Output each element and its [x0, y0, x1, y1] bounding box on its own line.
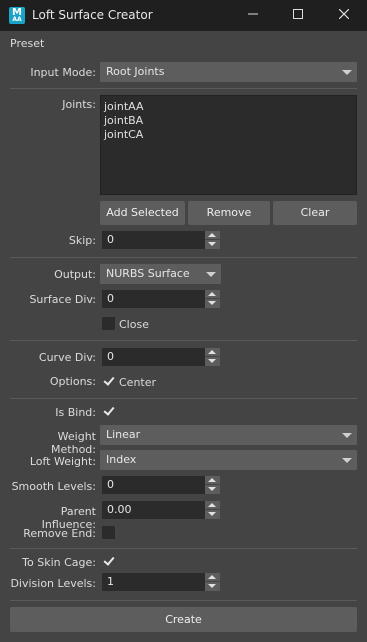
remove-end-label: Remove End:: [23, 527, 96, 540]
chevron-down-icon: [342, 433, 352, 438]
center-checkbox-label: Center: [119, 376, 157, 389]
close-checkbox[interactable]: [102, 317, 115, 330]
spin-up-icon[interactable]: [208, 503, 216, 507]
smooth-levels-label: Smooth Levels:: [11, 480, 96, 493]
spin-down-icon[interactable]: [208, 584, 216, 588]
minimize-button[interactable]: [230, 0, 276, 31]
chevron-down-icon: [342, 458, 352, 463]
parent-influence-spinner[interactable]: [205, 501, 220, 519]
is-bind-checkbox[interactable]: [102, 405, 115, 418]
smooth-levels-field[interactable]: 0: [102, 476, 205, 494]
close-icon: [338, 8, 350, 20]
weight-method-label: Weight Method:: [51, 430, 96, 456]
clear-button[interactable]: Clear: [273, 201, 357, 225]
spin-up-icon[interactable]: [208, 292, 216, 296]
menu-preset[interactable]: Preset: [10, 37, 44, 50]
weight-method-dropdown[interactable]: Linear: [100, 425, 357, 445]
curve-div-spinner[interactable]: [205, 348, 220, 366]
maya-app-icon: M AA: [9, 7, 25, 24]
output-label: Output:: [54, 268, 96, 281]
maximize-button[interactable]: [275, 0, 321, 31]
spin-divider: [205, 239, 220, 240]
joints-list[interactable]: jointAA jointBA jointCA: [100, 95, 357, 195]
chevron-down-icon: [342, 70, 352, 75]
surface-div-spinner[interactable]: [205, 290, 220, 308]
to-skin-cage-label: To Skin Cage:: [22, 556, 96, 569]
output-value: NURBS Surface: [106, 267, 190, 280]
skip-field[interactable]: 0: [102, 231, 205, 249]
window-title: Loft Surface Creator: [32, 8, 153, 22]
create-button[interactable]: Create: [10, 607, 357, 632]
curve-div-label: Curve Div:: [38, 351, 96, 364]
list-item[interactable]: jointAA: [104, 100, 353, 114]
separator: [10, 257, 357, 258]
surface-div-label: Surface Div:: [29, 293, 96, 306]
spin-divider: [205, 356, 220, 357]
separator: [10, 340, 357, 341]
loft-weight-label: Loft Weight:: [29, 455, 96, 468]
input-mode-label: Input Mode:: [30, 66, 96, 79]
surface-div-field[interactable]: 0: [102, 290, 205, 308]
spin-up-icon[interactable]: [208, 350, 216, 354]
spin-divider: [205, 581, 220, 582]
to-skin-cage-checkbox[interactable]: [102, 555, 115, 568]
app-icon-subtext: AA: [12, 16, 22, 23]
skip-spinner[interactable]: [205, 231, 220, 249]
input-mode-dropdown[interactable]: Root Joints: [100, 62, 357, 82]
spin-down-icon[interactable]: [208, 359, 216, 363]
input-mode-value: Root Joints: [106, 65, 165, 78]
separator: [10, 88, 357, 89]
remove-button[interactable]: Remove: [188, 201, 270, 225]
smooth-levels-spinner[interactable]: [205, 476, 220, 494]
spin-down-icon[interactable]: [208, 487, 216, 491]
close-window-button[interactable]: [321, 0, 367, 31]
spin-up-icon[interactable]: [208, 478, 216, 482]
list-item[interactable]: jointBA: [104, 114, 353, 128]
spin-down-icon[interactable]: [208, 512, 216, 516]
spin-up-icon[interactable]: [208, 233, 216, 237]
is-bind-label: Is Bind:: [55, 406, 96, 419]
spin-up-icon[interactable]: [208, 575, 216, 579]
separator: [10, 398, 357, 399]
spin-down-icon[interactable]: [208, 301, 216, 305]
separator: [10, 600, 357, 601]
joints-label: Joints:: [62, 98, 96, 111]
spin-divider: [205, 298, 220, 299]
list-item[interactable]: jointCA: [104, 128, 353, 142]
spin-divider: [205, 509, 220, 510]
loft-weight-dropdown[interactable]: Index: [100, 450, 357, 470]
skip-label: Skip:: [68, 234, 96, 247]
division-levels-label: Division Levels:: [10, 577, 96, 590]
spin-divider: [205, 484, 220, 485]
chevron-down-icon: [206, 272, 216, 277]
minimize-icon: [248, 13, 258, 15]
weight-method-value: Linear: [106, 428, 141, 441]
title-bar[interactable]: M AA Loft Surface Creator: [0, 0, 367, 31]
separator: [10, 548, 357, 549]
options-label: Options:: [49, 375, 96, 388]
division-levels-spinner[interactable]: [205, 573, 220, 591]
spin-down-icon[interactable]: [208, 242, 216, 246]
maximize-icon: [293, 9, 303, 19]
remove-end-checkbox[interactable]: [102, 526, 115, 539]
division-levels-field[interactable]: 1: [102, 573, 205, 591]
center-checkbox[interactable]: [102, 375, 115, 388]
output-dropdown[interactable]: NURBS Surface: [100, 264, 221, 284]
add-selected-button[interactable]: Add Selected: [100, 201, 185, 225]
loft-weight-value: Index: [106, 453, 137, 466]
curve-div-field[interactable]: 0: [102, 348, 205, 366]
close-checkbox-label: Close: [119, 318, 149, 331]
parent-influence-field[interactable]: 0.00: [102, 501, 205, 519]
